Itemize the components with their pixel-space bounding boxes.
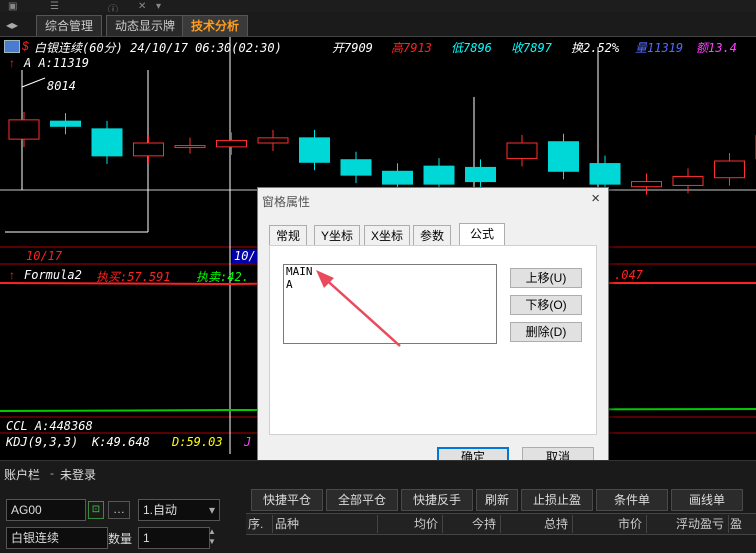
stop-loss-button[interactable]: 止损止盈 — [521, 489, 593, 511]
candles-group — [8, 111, 756, 195]
high-value: 高7913 — [391, 41, 432, 55]
candle-body — [714, 160, 745, 179]
sub1-buy: 执买:57.591 — [96, 270, 171, 284]
pane-properties-dialog: 窗格属性 × 常规 Y坐标 X坐标 参数 公式 MAIN A 上移(U) 下移(… — [257, 187, 609, 477]
col-market-price[interactable]: 市价 — [574, 515, 647, 533]
close-icon[interactable]: ✕ — [138, 1, 146, 12]
close-chart-icon[interactable]: $ — [22, 39, 29, 53]
sub1-tail: .047 — [614, 268, 643, 282]
delete-button[interactable]: 删除(D) — [510, 322, 582, 342]
kdj-k: K:49.648 — [92, 435, 150, 449]
volume-value: 量11319 — [635, 41, 684, 55]
kdj-d: D:59.03 — [172, 435, 223, 449]
move-down-button[interactable]: 下移(O) — [510, 295, 582, 315]
move-up-button[interactable]: 上移(U) — [510, 268, 582, 288]
quantity-label: 数量 — [108, 532, 133, 546]
col-floating-pnl[interactable]: 浮动盈亏 — [648, 515, 729, 533]
date-cursor: 10/ — [232, 249, 258, 263]
candle-body — [340, 159, 372, 176]
nav-arrows-icon[interactable]: ◂▸ — [6, 18, 18, 32]
arrow-up-icon: ↑ — [9, 56, 15, 70]
tab-formula[interactable]: 公式 — [459, 223, 506, 247]
tab-params[interactable]: 参数 — [413, 225, 452, 246]
date-left: 10/17 — [26, 249, 63, 263]
account-panel: 账户栏 - 未登录 AG00 ⊡ … 1.自动 ▾ 白银连续 数量 1 ▲ ▼ 快… — [0, 460, 756, 553]
candle-body — [174, 145, 206, 149]
open-value: 开7909 — [332, 41, 373, 55]
annotation-arrow — [316, 270, 401, 347]
login-separator: - — [50, 466, 54, 480]
chevron-down-icon[interactable]: ▾ — [156, 1, 161, 12]
account-label: 账户栏 — [4, 468, 41, 482]
refresh-button[interactable]: 刷新 — [476, 489, 518, 511]
chart-title: 白银连续(60分) 24/10/17 06:30(02:30) — [34, 41, 282, 55]
tab-comprehensive[interactable]: 综合管理 — [36, 15, 103, 36]
col-index[interactable]: 序. — [248, 515, 273, 533]
save-icon[interactable]: ▣ — [8, 1, 17, 12]
candle-body — [299, 137, 330, 163]
dialog-title: 窗格属性 — [262, 195, 311, 209]
tab-dynamic-board[interactable]: 动态显示牌 — [106, 15, 185, 36]
quantity-stepper[interactable]: ▲ ▼ — [208, 527, 216, 547]
candle-body — [506, 142, 538, 159]
tab-x-axis[interactable]: X坐标 — [364, 225, 411, 246]
candle-body — [589, 163, 621, 185]
candle-body — [257, 137, 289, 144]
col-avg-price[interactable]: 均价 — [380, 515, 443, 533]
close-value: 收7897 — [511, 41, 552, 55]
tab-technical-analysis[interactable]: 技术分析 — [182, 15, 249, 36]
conditional-order-button[interactable]: 条件单 — [596, 489, 668, 511]
kdj-j: J — [244, 435, 252, 449]
high-mark: 8014 — [47, 79, 76, 93]
chevron-down-icon: ▾ — [208, 503, 215, 517]
candle-body — [423, 165, 455, 185]
candle-body — [672, 175, 704, 186]
col-total-pos[interactable]: 总持 — [502, 515, 573, 533]
candle-body — [465, 166, 496, 183]
candle-body — [133, 142, 164, 157]
dialog-close-icon[interactable]: × — [591, 190, 600, 207]
tab-bar: ◂▸ 综合管理 动态显示牌 技术分析 — [0, 12, 756, 37]
candle-body — [548, 141, 579, 172]
order-mode-value: 1.自动 — [143, 503, 178, 517]
col-product[interactable]: 品种 — [275, 515, 378, 533]
col-today-pos[interactable]: 今持 — [444, 515, 501, 533]
quantity-input[interactable]: 1 — [138, 527, 210, 549]
arrow-up-icon-sub1: ↑ — [9, 268, 15, 282]
quick-reverse-button[interactable]: 快捷反手 — [401, 489, 473, 511]
sub1-sell: 执卖:42. — [196, 270, 249, 284]
close-all-button[interactable]: 全部平仓 — [326, 489, 398, 511]
change-value: 换2.52% — [571, 41, 620, 55]
amount-value: 额13.4 — [696, 41, 737, 55]
sub2-indicator: CCL A:448368 — [6, 419, 93, 433]
candle-body — [382, 170, 413, 185]
col-pnl[interactable]: 盈 — [730, 515, 756, 533]
menu-icon[interactable]: ☰ — [50, 1, 59, 12]
low-value: 低7896 — [451, 41, 492, 55]
login-status[interactable]: 未登录 — [60, 466, 96, 483]
product-field[interactable]: 白银连续 — [6, 527, 108, 549]
period-icon[interactable] — [4, 40, 20, 53]
tab-general[interactable]: 常规 — [269, 225, 308, 246]
main-indicator: A A:11319 — [24, 56, 90, 70]
lock-icon[interactable]: ⊡ — [88, 501, 104, 519]
order-mode-select[interactable]: 1.自动 ▾ — [138, 499, 220, 521]
more-icon[interactable]: … — [108, 501, 130, 519]
kdj-name: KDJ(9,3,3) — [6, 435, 79, 449]
candle-body — [91, 128, 123, 157]
candle-body — [8, 119, 40, 140]
quick-close-button[interactable]: 快捷平仓 — [251, 489, 323, 511]
candle-body — [631, 181, 662, 188]
sub1-name: Formula2 — [24, 268, 82, 282]
candle-body — [216, 139, 247, 148]
candle-body — [50, 120, 81, 127]
line-order-button[interactable]: 画线单 — [671, 489, 743, 511]
contract-code-field[interactable]: AG00 — [6, 499, 86, 521]
tab-y-axis[interactable]: Y坐标 — [314, 225, 361, 246]
